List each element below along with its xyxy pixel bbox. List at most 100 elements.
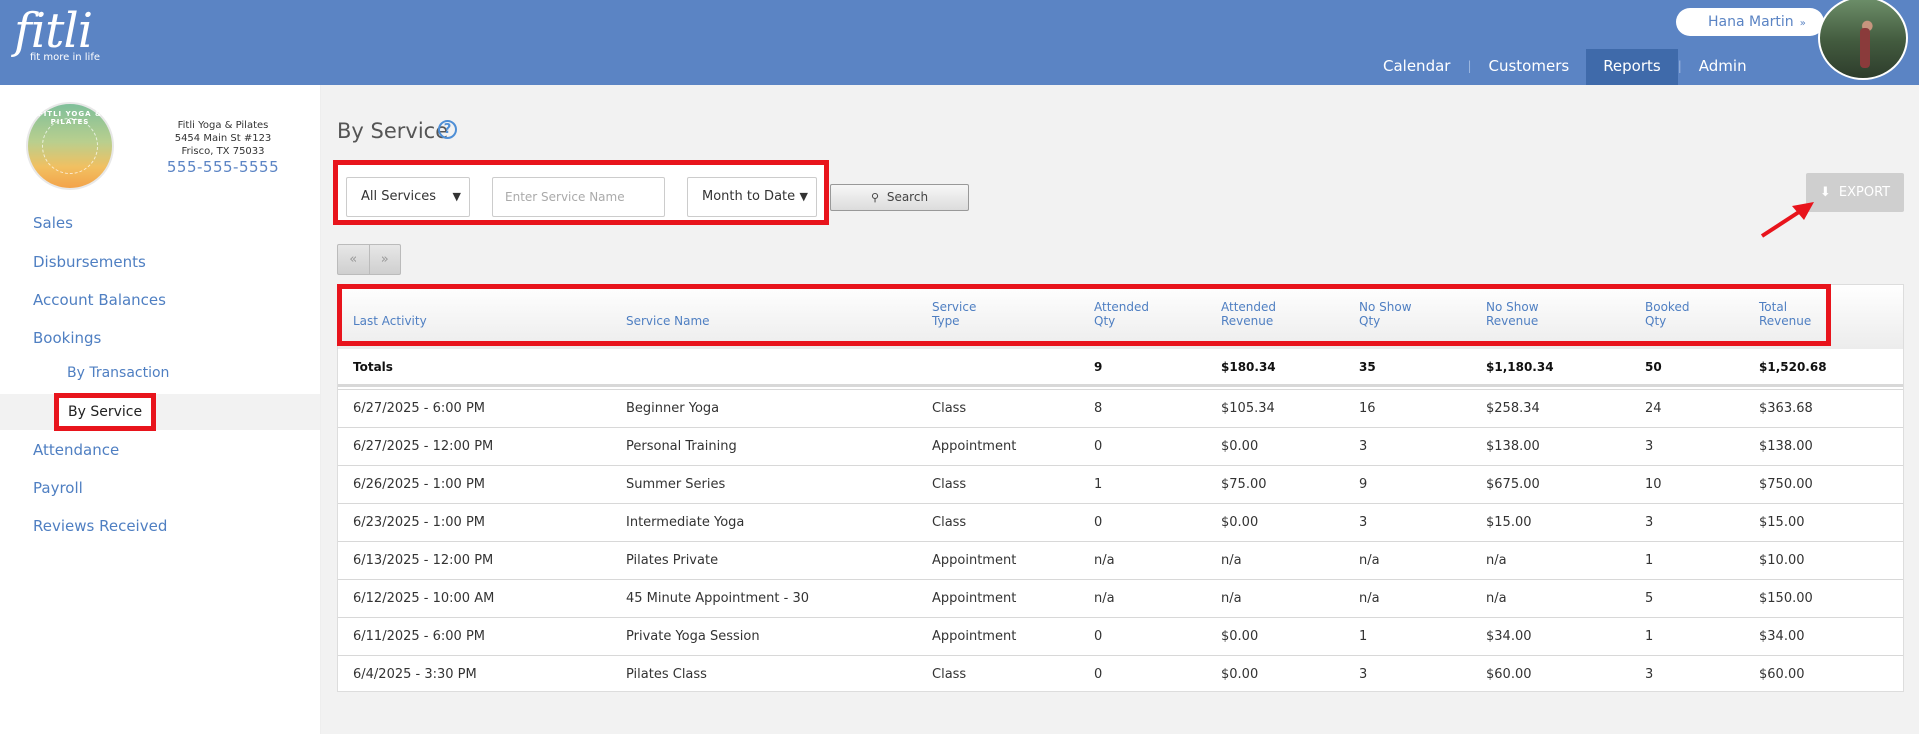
cell-service-name: Personal Training — [626, 439, 737, 454]
export-button[interactable]: ⬇ EXPORT — [1806, 173, 1904, 212]
cell-last-activity: 6/27/2025 - 12:00 PM — [353, 439, 494, 454]
cell-total-revenue: $60.00 — [1759, 667, 1805, 682]
header-highlight-box — [337, 284, 1831, 346]
cell-attended-qty: n/a — [1094, 553, 1115, 568]
page-title: By Service — [337, 119, 449, 143]
table-row: 6/26/2025 - 1:00 PM Summer Series Class 1 $7… — [338, 465, 1903, 503]
period-select-value: Month to Date — [702, 189, 796, 204]
cell-last-activity: Totals — [353, 360, 393, 374]
download-icon: ⬇ — [1819, 185, 1831, 200]
cell-attended-qty: 1 — [1094, 477, 1103, 492]
logo-tagline: fit more in life — [30, 52, 101, 63]
search-icon: ⚲ — [870, 191, 879, 204]
cell-no-show-qty: 3 — [1359, 439, 1368, 454]
cell-service-name: Pilates Private — [626, 553, 719, 568]
cell-no-show-qty: n/a — [1359, 553, 1380, 568]
search-button[interactable]: ⚲ Search — [830, 184, 969, 211]
cell-attended-revenue: $0.00 — [1221, 629, 1259, 644]
sidebar-item-by-transaction[interactable]: By Transaction — [67, 365, 169, 381]
cell-service-type: Class — [932, 515, 967, 530]
cell-booked-qty: 3 — [1645, 667, 1654, 682]
cell-no-show-revenue: $15.00 — [1486, 515, 1532, 530]
cell-attended-revenue: $105.34 — [1221, 401, 1275, 416]
sidebar-item-payroll[interactable]: Payroll — [33, 479, 83, 497]
main-nav: Calendar | Customers Reports | Admin — [1366, 49, 1764, 85]
sidebar-item-sales[interactable]: Sales — [33, 214, 73, 232]
cell-service-type: Appointment — [932, 553, 1017, 568]
export-button-label: EXPORT — [1838, 185, 1891, 200]
help-icon[interactable]: ? — [438, 120, 457, 139]
avatar[interactable] — [1818, 0, 1908, 80]
cell-service-type: Class — [932, 477, 967, 492]
table-row: 6/12/2025 - 10:00 AM 45 Minute Appointmen… — [338, 579, 1903, 617]
cell-no-show-revenue: $60.00 — [1486, 667, 1532, 682]
report-table: Last Activity Service Name Service Type A… — [337, 284, 1904, 692]
table-row: 6/11/2025 - 6:00 PM Private Yoga Session A… — [338, 617, 1903, 655]
services-select[interactable]: All Services ▼ — [346, 177, 470, 217]
logo-wordmark: fitli — [14, 3, 93, 59]
filter-bar: All Services ▼ Enter Service Name Month … — [333, 160, 829, 225]
top-header: fitli fit more in life Hana Martin » Cale… — [0, 0, 1919, 85]
cell-no-show-qty: 16 — [1359, 401, 1376, 416]
nav-calendar[interactable]: Calendar — [1366, 49, 1467, 85]
service-name-input[interactable]: Enter Service Name — [492, 177, 665, 217]
cell-no-show-qty: 3 — [1359, 515, 1368, 530]
studio-name: Fitli Yoga & Pilates — [177, 120, 269, 131]
sidebar-item-by-service[interactable]: By Service — [54, 393, 157, 431]
user-menu[interactable]: Hana Martin » — [1676, 8, 1824, 36]
cell-no-show-revenue: $34.00 — [1486, 629, 1532, 644]
search-button-label: Search — [886, 190, 929, 204]
cell-booked-qty: 5 — [1645, 591, 1654, 606]
cell-total-revenue: $363.68 — [1759, 401, 1813, 416]
sidebar-item-account-balances[interactable]: Account Balances — [33, 291, 166, 309]
chevron-down-icon: ▼ — [452, 190, 461, 203]
cell-no-show-qty: 35 — [1359, 360, 1376, 374]
cell-last-activity: 6/12/2025 - 10:00 AM — [353, 591, 495, 606]
cell-attended-revenue: $180.34 — [1221, 360, 1276, 374]
cell-last-activity: 6/13/2025 - 12:00 PM — [353, 553, 494, 568]
table-row: 6/23/2025 - 1:00 PM Intermediate Yoga Clas… — [338, 503, 1903, 541]
cell-last-activity: 6/23/2025 - 1:00 PM — [353, 515, 485, 530]
fitli-logo[interactable]: fitli fit more in life — [14, 6, 100, 63]
cell-no-show-qty: 9 — [1359, 477, 1368, 492]
sidebar-item-disbursements[interactable]: Disbursements — [33, 253, 146, 271]
period-select[interactable]: Month to Date ▼ — [687, 177, 817, 217]
sidebar-item-reviews-received[interactable]: Reviews Received — [33, 517, 167, 535]
cell-attended-revenue: $0.00 — [1221, 515, 1259, 530]
studio-phone[interactable]: 555-555-5555 — [158, 160, 288, 175]
cell-total-revenue: $138.00 — [1759, 439, 1813, 454]
cell-booked-qty: 3 — [1645, 515, 1654, 530]
nav-admin[interactable]: Admin — [1682, 49, 1764, 85]
sidebar-item-bookings[interactable]: Bookings — [33, 329, 101, 347]
user-name: Hana Martin — [1708, 14, 1794, 30]
cell-service-name: Summer Series — [626, 477, 726, 492]
studio-logo-text: FITLI YOGA & PILATES — [37, 110, 103, 126]
table-row: 6/13/2025 - 12:00 PM Pilates Private Appoi… — [338, 541, 1903, 579]
cell-total-revenue: $750.00 — [1759, 477, 1813, 492]
sidebar-divider — [320, 85, 321, 734]
sidebar: FITLI YOGA & PILATES Fitli Yoga & Pilate… — [0, 85, 320, 734]
cell-service-type: Class — [932, 667, 967, 682]
pager-prev-button[interactable]: « — [338, 245, 370, 274]
cell-service-name: Beginner Yoga — [626, 401, 720, 416]
sidebar-item-attendance[interactable]: Attendance — [33, 441, 119, 459]
cell-no-show-qty: n/a — [1359, 591, 1380, 606]
cell-service-type: Appointment — [932, 629, 1017, 644]
pager-next-button[interactable]: » — [370, 245, 401, 274]
studio-info: Fitli Yoga & Pilates 5454 Main St #123 F… — [158, 119, 288, 175]
cell-attended-revenue: n/a — [1221, 553, 1242, 568]
cell-no-show-revenue: $258.34 — [1486, 401, 1540, 416]
cell-attended-revenue: $0.00 — [1221, 667, 1259, 682]
cell-booked-qty: 10 — [1645, 477, 1662, 492]
nav-reports[interactable]: Reports — [1586, 49, 1678, 85]
cell-attended-qty: 8 — [1094, 401, 1103, 416]
red-arrow-annotation — [1760, 202, 1814, 238]
cell-attended-qty: 0 — [1094, 439, 1103, 454]
cell-total-revenue: $15.00 — [1759, 515, 1805, 530]
cell-attended-revenue: n/a — [1221, 591, 1242, 606]
cell-attended-qty: 0 — [1094, 515, 1103, 530]
cell-service-name: Pilates Class — [626, 667, 707, 682]
cell-last-activity: 6/26/2025 - 1:00 PM — [353, 477, 485, 492]
table-row: 6/4/2025 - 3:30 PM Pilates Class Class 0 $0.… — [338, 655, 1903, 693]
nav-customers[interactable]: Customers — [1472, 49, 1587, 85]
